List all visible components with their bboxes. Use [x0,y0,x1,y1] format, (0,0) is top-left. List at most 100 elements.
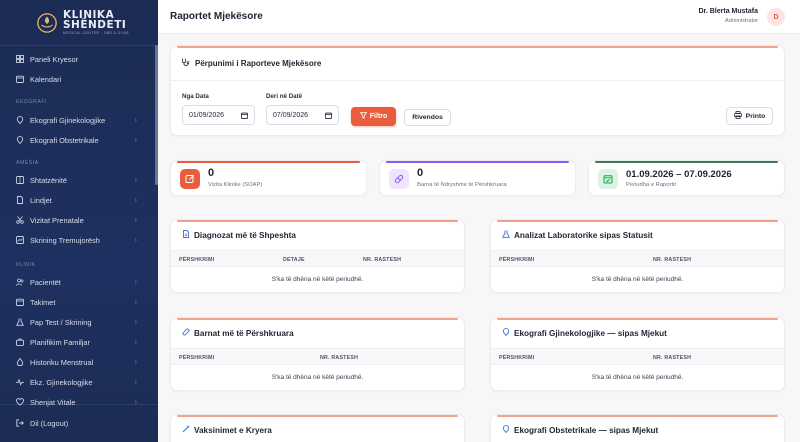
table-card-title: Vaksinimet e Kryera [182,425,272,435]
column-header: NR. RASTESH [320,355,359,361]
sidebar-item-label: Planifikim Familjar [30,337,90,347]
reset-button[interactable]: Rivendos [404,109,451,126]
section-klinik: KLINIK [16,262,36,268]
filter-card: Përpunimi i Raporteve Mjekësore Nga Data… [170,45,785,136]
brand-logo[interactable]: KLINIKA SHËNDETI MEDICAL CENTER · OBS & … [0,0,158,46]
empty-message: S'ka të dhëna në këtë periudhë. [591,275,684,283]
stethoscope-icon [181,58,190,69]
sidebar-item-takimet[interactable]: Takimet › [0,293,158,311]
sidebar-item-ekz-gjinekologjike[interactable]: Ekz. Gjinekologjike › [0,373,158,391]
sidebar-item-ekografi-gjinekologjike[interactable]: Ekografi Gjinekologjike › [0,111,158,129]
user-name[interactable]: Dr. Blerta Mustafa [698,8,758,15]
pulse-icon [16,378,24,386]
chevron-right-icon: › [134,236,137,244]
users-icon [16,278,24,286]
sidebar-item-label: Paneli Kryesor [30,54,79,64]
sidebar-item-lindjet[interactable]: Lindjet › [0,191,158,209]
to-date-input[interactable]: 07/09/2026 [266,105,339,125]
location-pin-icon [16,136,24,144]
sidebar-item-shtatzenite[interactable]: Shtatzënitë › [0,171,158,189]
sidebar-item-kalendari[interactable]: Kalendari [0,70,158,88]
location-pin-icon [502,328,510,338]
chevron-right-icon: › [134,338,137,346]
logout-button[interactable]: Dil (Logout) [0,404,158,442]
column-header: DETAJE [283,257,305,263]
sidebar-item-label: Pap Test / Skrining [30,317,92,327]
dashboard-icon [16,55,24,63]
column-header: PËRSHKRIMI [179,355,215,361]
to-date-label: Deri në Datë [266,93,303,100]
printer-icon [733,111,742,121]
sidebar-item-vizitat-prenatale[interactable]: Vizitat Prenatale › [0,211,158,229]
stat-card-vizita: 0 Vizita Klinike (SOAP) [170,160,367,196]
card-accent [497,318,778,320]
table-card-diagnozat: Diagnozat më të Shpeshta PËRSHKRIMI DETA… [170,219,465,293]
sidebar-item-label: Pacientët [30,277,61,287]
column-header: NR. RASTESH [653,355,692,361]
sidebar-item-skrining-tremujoresh[interactable]: Skrining Tremujorësh › [0,231,158,249]
sidebar-item-label: Vizitat Prenatale [30,215,84,225]
stat-label: Vizita Klinike (SOAP) [208,182,263,188]
card-accent [595,161,778,163]
scissors-icon [16,216,24,224]
sidebar-item-label: Lindjet [30,195,52,205]
table-card-title: Barnat më të Përshkruara [182,328,294,338]
to-date-value: 07/09/2026 [273,111,309,119]
table-card-title-text: Analizat Laboratorike sipas Statusit [514,230,653,240]
sidebar-item-label: Historiku Menstrual [30,357,94,367]
stat-card-barna: 0 Barna të Ndryshme të Përshkruara [379,160,576,196]
table-card-ekografi-obstetrikale: Ekografi Obstetrikale — sipas Mjekut [490,414,785,442]
chevron-right-icon: › [134,116,137,124]
section-amesia: AMËSIA [16,160,39,166]
chart-icon [16,236,24,244]
location-pin-icon [502,425,510,435]
sidebar-item-ekografi-obstetrikale[interactable]: Ekografi Obstetrikale › [0,131,158,149]
table-header: PËRSHKRIMI NR. RASTESH [171,348,464,365]
card-accent [177,161,360,163]
table-header: PËRSHKRIMI NR. RASTESH [491,250,784,267]
chevron-right-icon: › [134,298,137,306]
sidebar-item-label: Takimet [30,297,56,307]
calendar-icon [16,75,24,83]
table-card-title: Ekografi Obstetrikale — sipas Mjekut [502,425,658,435]
empty-message: S'ka të dhëna në këtë periudhë. [271,275,364,283]
table-card-title-text: Diagnozat më të Shpeshta [194,230,296,240]
sidebar-item-planifikim-familjar[interactable]: Planifikim Familjar › [0,333,158,351]
calendar-icon [16,298,24,306]
chevron-right-icon: › [134,358,137,366]
sidebar-item-paneli-kryesor[interactable]: Paneli Kryesor [0,50,158,68]
calendar-icon[interactable] [241,112,248,121]
print-button[interactable]: Printo [726,107,773,125]
sidebar-item-pap-test[interactable]: Pap Test / Skrining › [0,313,158,331]
pill-icon [182,328,190,338]
sidebar-item-label: Ekografi Obstetrikale [30,135,99,145]
card-accent [177,46,778,48]
column-header: PËRSHKRIMI [179,257,215,263]
sidebar-item-pacientet[interactable]: Pacientët › [0,273,158,291]
avatar[interactable]: D [767,8,785,26]
briefcase-icon [16,338,24,346]
calendar-icon[interactable] [325,112,332,121]
page-title: Raportet Mjekësore [170,11,263,22]
from-date-input[interactable]: 01/09/2026 [182,105,255,125]
table-card-title: Diagnozat më të Shpeshta [182,230,296,240]
table-card-title-text: Ekografi Obstetrikale — sipas Mjekut [514,425,659,435]
droplet-icon [16,358,24,366]
table-card-analizat: Analizat Laboratorike sipas Statusit PËR… [490,219,785,293]
flask-icon [16,318,24,326]
filter-button[interactable]: Filtro [351,107,396,126]
document-icon [182,230,190,240]
card-accent [177,318,458,320]
table-card-title-text: Vaksinimet e Kryera [194,425,272,435]
filter-title: Përpunimi i Raporteve Mjekësore [181,58,321,69]
filter-button-label: Filtro [369,113,388,120]
syringe-icon [182,425,190,435]
chevron-right-icon: › [134,378,137,386]
stat-value: 01.09.2026 – 07.09.2026 [626,169,732,180]
chevron-right-icon: › [134,136,137,144]
stat-card-periudha: 01.09.2026 – 07.09.2026 Periudha e Rapor… [588,160,785,196]
flask-icon [502,230,510,240]
sidebar-item-historiku-menstrual[interactable]: Historiku Menstrual › [0,353,158,371]
sidebar-item-label: Ekografi Gjinekologjike [30,115,106,125]
logout-icon [16,418,24,429]
